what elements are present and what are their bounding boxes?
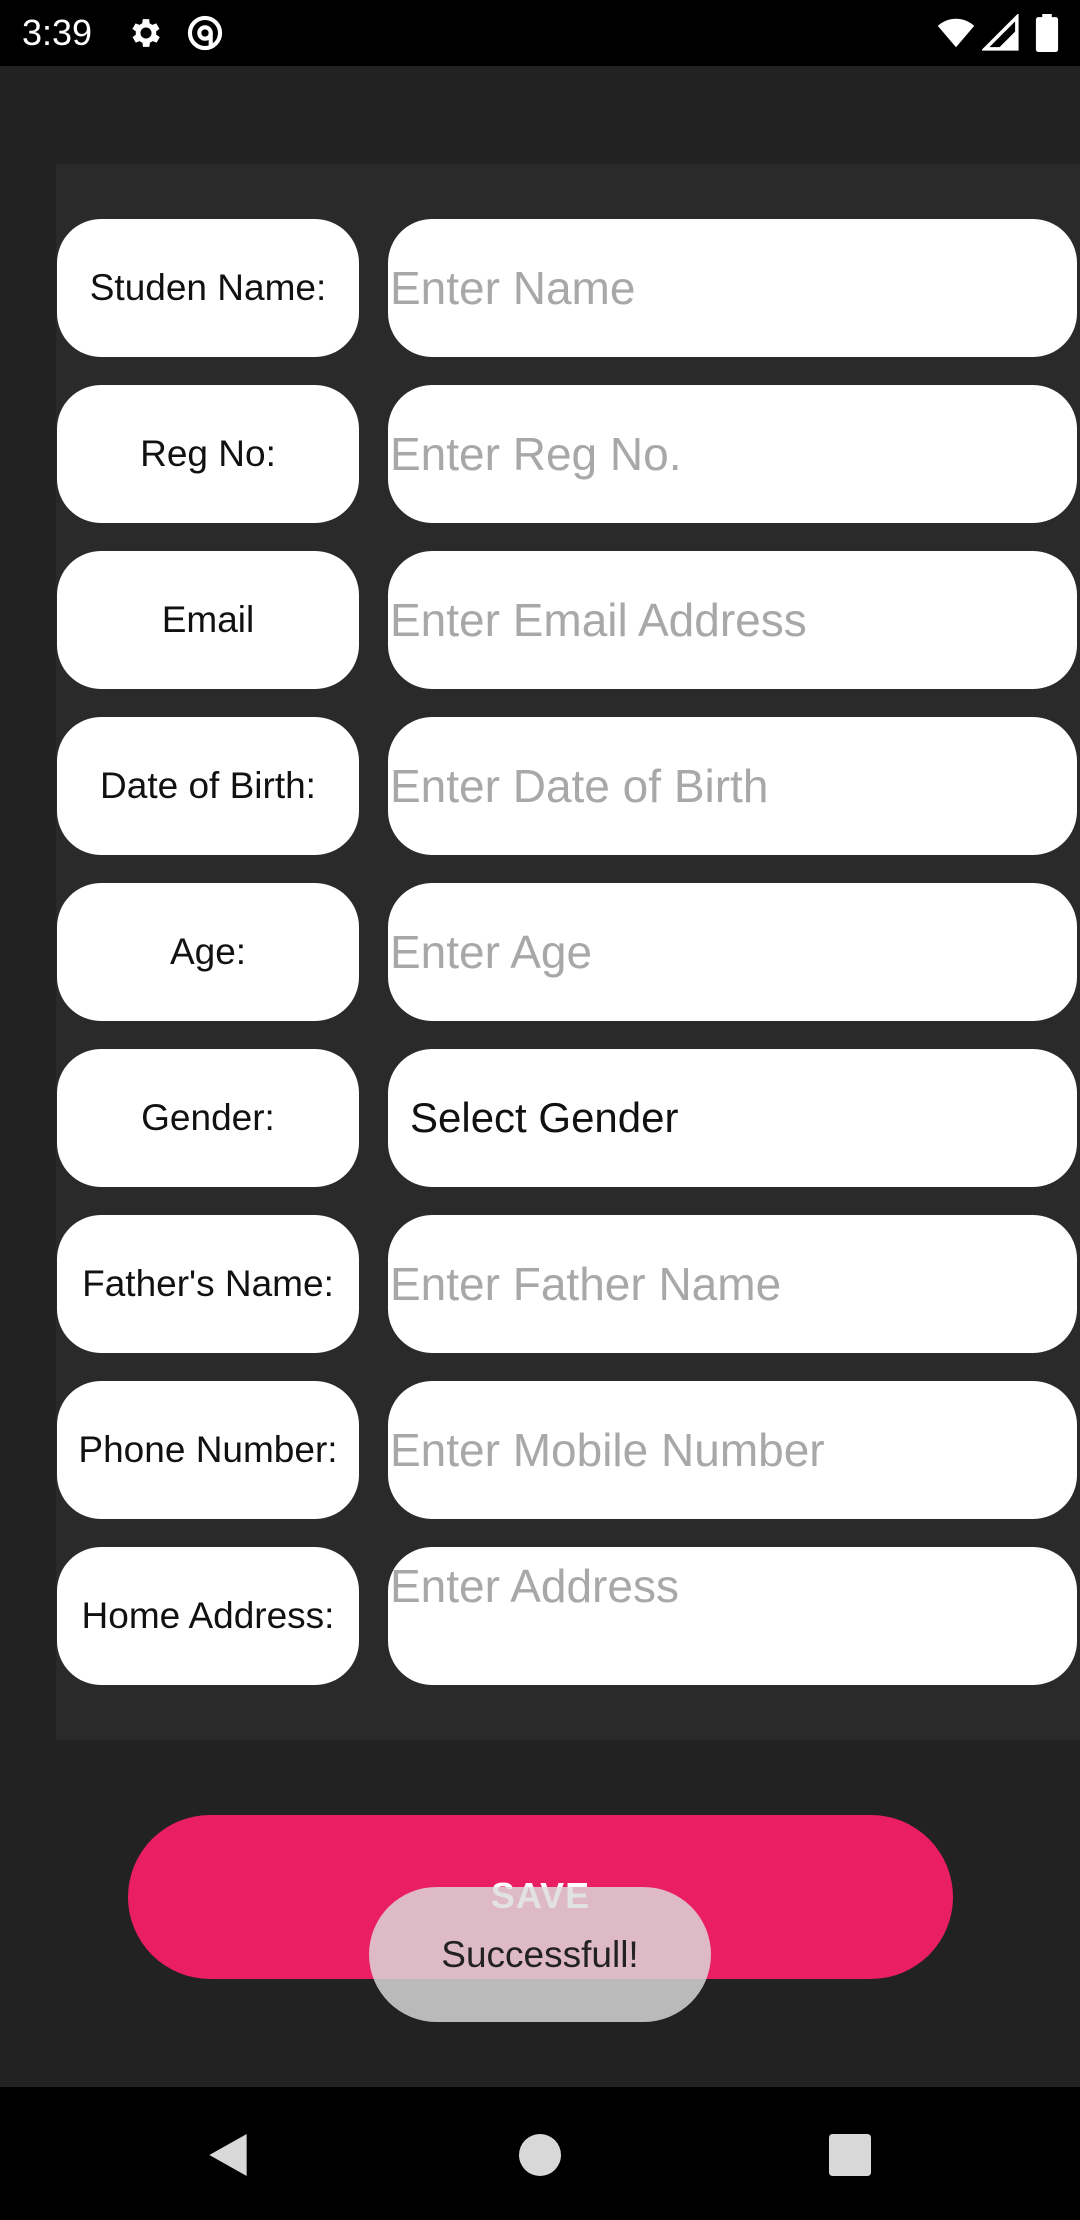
phone-input[interactable]	[388, 1381, 1077, 1519]
reg-no-label: Reg No:	[57, 385, 359, 523]
at-sign-icon	[186, 14, 224, 52]
age-label: Age:	[57, 883, 359, 1021]
toast-message: Successfull!	[369, 1887, 711, 2022]
gender-select[interactable]: Select Gender	[388, 1049, 1077, 1187]
signal-icon	[982, 14, 1020, 52]
email-label: Email	[57, 551, 359, 689]
father-name-input[interactable]	[388, 1215, 1077, 1353]
father-name-label: Father's Name:	[57, 1215, 359, 1353]
dob-input[interactable]	[388, 717, 1077, 855]
student-name-input[interactable]	[388, 219, 1077, 357]
navigation-bar	[0, 2087, 1080, 2220]
wifi-icon	[935, 14, 977, 52]
gender-label: Gender:	[57, 1049, 359, 1187]
recents-icon[interactable]	[822, 2127, 878, 2183]
email-input[interactable]	[388, 551, 1077, 689]
gear-icon	[127, 14, 165, 52]
phone-label: Phone Number:	[57, 1381, 359, 1519]
back-icon[interactable]	[200, 2127, 256, 2183]
student-name-label: Studen Name:	[57, 219, 359, 357]
home-icon[interactable]	[512, 2127, 568, 2183]
status-bar: 3:39	[0, 0, 1080, 66]
reg-no-input[interactable]	[388, 385, 1077, 523]
status-time: 3:39	[22, 12, 93, 53]
battery-icon	[1033, 14, 1061, 52]
address-input[interactable]	[388, 1547, 1077, 1685]
dob-label: Date of Birth:	[57, 717, 359, 855]
age-input[interactable]	[388, 883, 1077, 1021]
gender-select-value: Select Gender	[410, 1094, 679, 1141]
address-label: Home Address:	[57, 1547, 359, 1685]
